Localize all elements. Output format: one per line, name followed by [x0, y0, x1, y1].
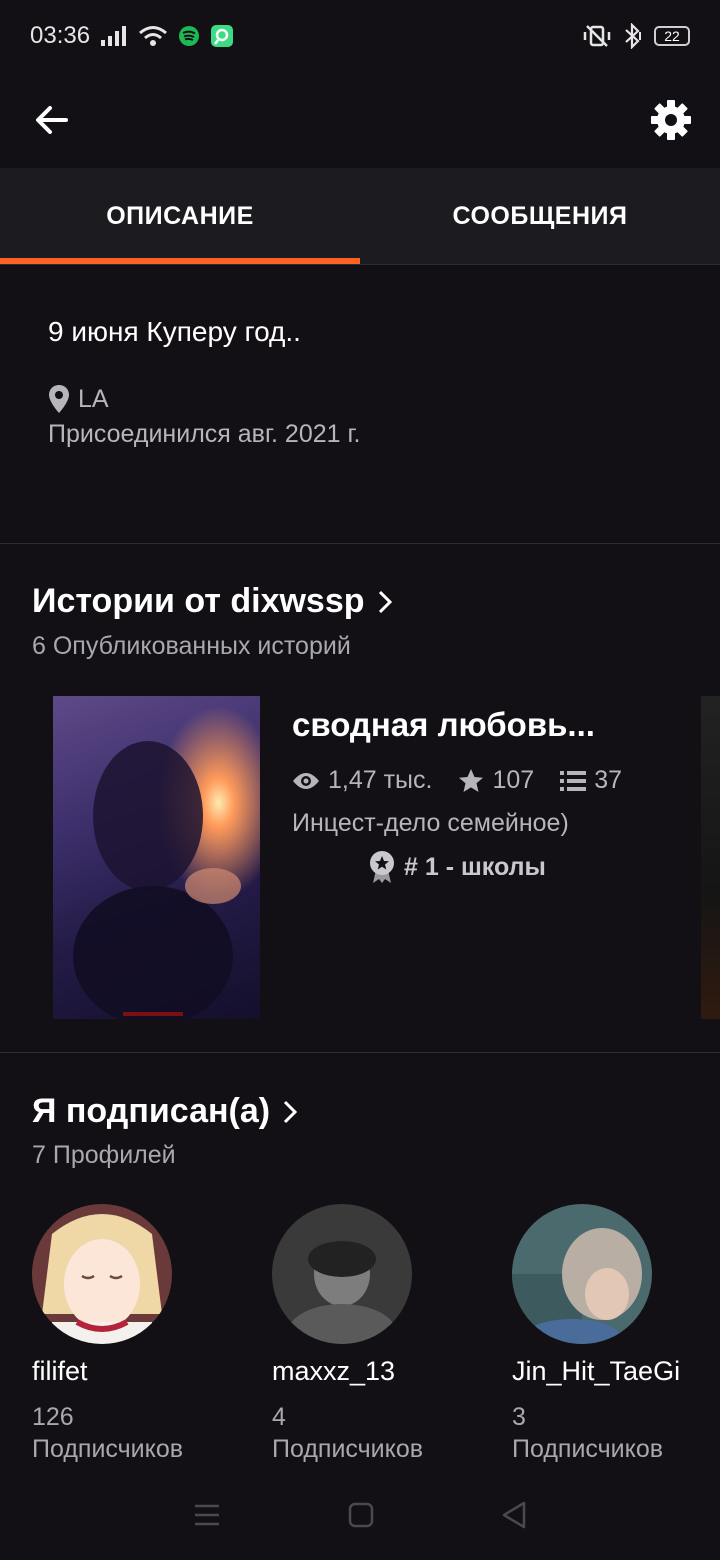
stories-section-header[interactable]: Истории от dixwssp	[32, 582, 393, 621]
gear-icon[interactable]	[650, 99, 692, 141]
story-cover-image[interactable]	[53, 696, 260, 1019]
following-title: Я подписан(а)	[32, 1092, 271, 1130]
list-icon	[560, 770, 587, 792]
follower-label: Подписчиков	[512, 1435, 664, 1463]
location-pin-icon	[48, 384, 70, 414]
following-section-header[interactable]: Я подписан(а)	[32, 1092, 298, 1131]
profile-name: filifet	[32, 1356, 88, 1386]
system-nav-bar	[0, 1470, 720, 1560]
back-triangle-icon[interactable]	[501, 1501, 527, 1529]
profile-card[interactable]: Jin_Hit_TaeGi 3 Подписчиков	[512, 1204, 712, 1465]
description-text: 9 июня Куперу год..	[48, 316, 301, 347]
tab-description[interactable]: ОПИСАНИЕ	[0, 168, 360, 264]
following-profiles: filifet 126 Подписчиков maxxz_13 4 Подпи…	[0, 1204, 720, 1464]
star-icon	[458, 768, 484, 794]
status-right: 22	[582, 23, 690, 49]
rank-badge-icon	[368, 850, 396, 884]
reads-count: 1,47 тыс.	[328, 766, 433, 794]
profile-name: Jin_Hit_TaeGi	[512, 1356, 681, 1386]
tab-messages[interactable]: СООБЩЕНИЯ	[360, 168, 720, 264]
chevron-right-icon	[282, 1099, 298, 1125]
follower-count: 126 Подписчиков	[32, 1401, 232, 1465]
joined-date: Присоединился авг. 2021 г.	[48, 420, 361, 448]
battery-icon: 22	[654, 26, 690, 46]
story-info: сводная любовь... 1,47 тыс. 107 37 Инцес…	[292, 706, 692, 884]
chevron-right-icon	[377, 589, 393, 615]
story-tagline: Инцест-дело семейное)	[292, 809, 569, 837]
divider	[0, 1052, 720, 1053]
next-story-cover-peek[interactable]	[701, 696, 720, 1019]
reads-stat: 1,47 тыс.	[292, 766, 432, 795]
menu-icon[interactable]	[193, 1503, 221, 1527]
follower-number: 4	[272, 1403, 286, 1431]
signal-icon	[100, 26, 128, 46]
status-time: 03:36	[30, 22, 91, 49]
eye-icon	[292, 771, 320, 791]
follower-count: 4 Подписчиков	[272, 1401, 472, 1465]
status-left: 03:36	[30, 22, 234, 50]
tab-messages-label: СООБЩЕНИЯ	[452, 201, 628, 230]
vibrate-off-icon	[582, 24, 612, 48]
avatar[interactable]	[32, 1204, 172, 1344]
follower-label: Подписчиков	[272, 1435, 424, 1463]
votes-stat: 107	[458, 766, 534, 795]
location-text: LA	[78, 384, 109, 413]
wifi-icon	[138, 25, 168, 47]
battery-level: 22	[664, 28, 680, 44]
stories-count: 6 Опубликованных историй	[32, 632, 351, 660]
story-card[interactable]: сводная любовь... 1,47 тыс. 107 37 Инцес…	[0, 696, 720, 1021]
follower-label: Подписчиков	[32, 1435, 184, 1463]
app-notification-icon	[210, 24, 234, 48]
location-row: LA	[48, 384, 688, 414]
parts-count: 37	[594, 766, 622, 794]
follower-number: 126	[32, 1403, 74, 1431]
profile-card[interactable]: maxxz_13 4 Подписчиков	[272, 1204, 472, 1465]
bluetooth-icon	[622, 23, 644, 49]
votes-count: 107	[492, 766, 535, 794]
story-title[interactable]: сводная любовь...	[292, 706, 692, 744]
avatar[interactable]	[512, 1204, 652, 1344]
tab-description-label: ОПИСАНИЕ	[106, 201, 254, 230]
story-rank: # 1 - школы	[368, 850, 692, 884]
following-count: 7 Профилей	[32, 1141, 176, 1169]
home-icon[interactable]	[348, 1502, 374, 1528]
tab-bar: ОПИСАНИЕ СООБЩЕНИЯ	[0, 168, 720, 265]
profile-name: maxxz_13	[272, 1356, 396, 1386]
profile-description: 9 июня Куперу год.. LA Присоединился авг…	[48, 316, 688, 449]
stories-title: Истории от dixwssp	[32, 582, 365, 620]
divider	[0, 543, 720, 544]
avatar[interactable]	[272, 1204, 412, 1344]
status-bar: 03:36 22	[0, 0, 720, 72]
arrow-left-icon[interactable]	[32, 100, 72, 140]
follower-count: 3 Подписчиков	[512, 1401, 712, 1465]
rank-text: # 1 - школы	[404, 852, 546, 881]
parts-stat: 37	[560, 766, 622, 795]
follower-number: 3	[512, 1403, 526, 1431]
profile-card[interactable]: filifet 126 Подписчиков	[32, 1204, 232, 1465]
story-stats: 1,47 тыс. 107 37	[292, 766, 692, 795]
spotify-icon	[178, 25, 200, 47]
app-bar	[0, 72, 720, 168]
